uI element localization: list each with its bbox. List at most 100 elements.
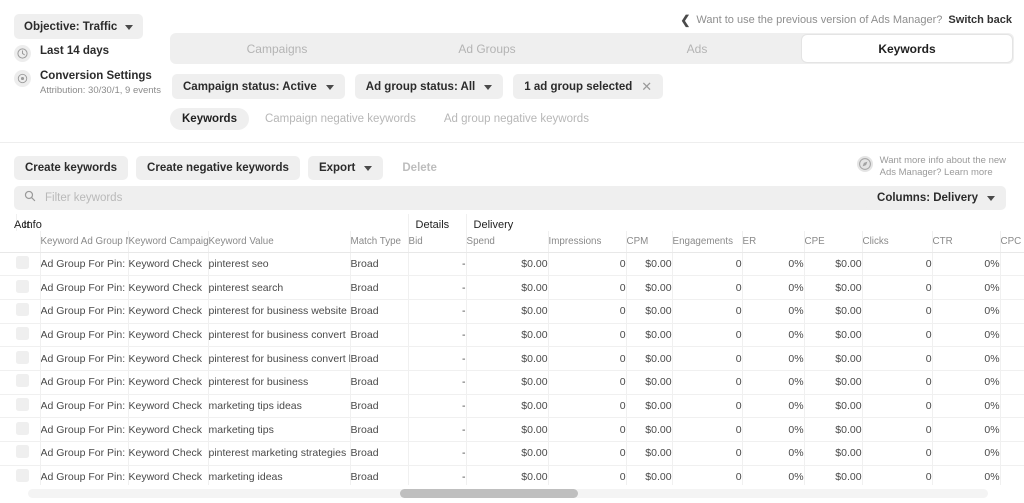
row-checkbox[interactable] <box>16 255 29 269</box>
cell-cpm: $0.00 <box>625 417 673 442</box>
subtab-campaign-negative-keywords[interactable]: Campaign negative keywords <box>253 108 428 130</box>
col-select-all[interactable] <box>16 231 40 253</box>
cell-ad-group: Ad Group For Pin: Pi <box>39 323 128 348</box>
cell-impressions: 0 <box>547 417 627 442</box>
col-cpc[interactable]: CPC <box>999 231 1024 253</box>
conversion-settings[interactable]: Conversion Settings Attribution: 30/30/1… <box>14 69 161 97</box>
chevron-down-icon <box>987 196 995 201</box>
table-row[interactable]: Ad Group For Pin: PiKeyword Checkpintere… <box>0 441 1024 466</box>
col-cpe[interactable]: CPE <box>803 231 863 253</box>
search-icon <box>24 189 36 207</box>
campaign-status-label: Campaign status: Active <box>183 80 317 93</box>
row-checkbox-cell[interactable] <box>16 275 40 300</box>
date-range-selector[interactable]: Last 14 days <box>14 44 109 62</box>
create-negative-keywords-button[interactable]: Create negative keywords <box>136 156 300 180</box>
col-impressions[interactable]: Impressions <box>547 231 627 253</box>
cell-spend: $0.00 <box>465 346 549 371</box>
cell-cpm: $0.00 <box>625 465 673 485</box>
row-checkbox-cell[interactable] <box>16 323 40 348</box>
row-checkbox-cell[interactable] <box>16 370 40 395</box>
row-spacer <box>0 441 16 466</box>
cell-er: 0% <box>741 441 805 466</box>
tab-keywords[interactable]: Keywords <box>802 35 1012 62</box>
row-checkbox[interactable] <box>16 279 29 293</box>
cell-clicks: 0 <box>861 323 933 348</box>
table-row[interactable]: Ad Group For Pin: PiKeyword Checkpintere… <box>0 252 1024 277</box>
col-match-type[interactable]: Match Type <box>349 231 409 253</box>
cell-keyword: pinterest seo <box>207 252 351 277</box>
col-campaign-name[interactable]: Keyword Campaign Nε <box>127 231 208 253</box>
horizontal-scrollbar[interactable] <box>0 485 1024 503</box>
col-clicks[interactable]: Clicks <box>861 231 933 253</box>
switch-back-link[interactable]: Switch back <box>948 14 1012 26</box>
cell-engagements: 0 <box>671 346 743 371</box>
tab-campaigns[interactable]: Campaigns <box>172 35 382 62</box>
subtab-ad-group-negative-keywords[interactable]: Ad group negative keywords <box>432 108 601 130</box>
row-checkbox[interactable] <box>16 469 29 483</box>
cell-match-type: Broad <box>349 252 409 277</box>
cell-cpe: $0.00 <box>803 441 863 466</box>
create-keywords-button[interactable]: Create keywords <box>14 156 129 180</box>
tab-ads[interactable]: Ads <box>592 35 802 62</box>
cell-ctr: 0% <box>931 299 1001 324</box>
row-checkbox[interactable] <box>16 374 29 388</box>
row-checkbox[interactable] <box>16 445 29 459</box>
cell-campaign: Keyword Check <box>127 417 208 442</box>
scrollbar-thumb[interactable] <box>400 489 578 498</box>
row-checkbox-cell[interactable] <box>16 441 40 466</box>
col-cpm[interactable]: CPM <box>625 231 673 253</box>
filter-keywords-search[interactable] <box>14 186 880 210</box>
cell-er: 0% <box>741 299 805 324</box>
ad-group-status-filter[interactable]: Ad group status: All <box>354 74 504 99</box>
cell-bid: - <box>407 252 467 277</box>
row-spacer <box>0 394 16 419</box>
date-range-label: Last 14 days <box>40 45 110 57</box>
export-button[interactable]: Export <box>307 156 384 180</box>
row-checkbox[interactable] <box>16 421 29 435</box>
cell-campaign: Keyword Check <box>127 275 208 300</box>
cell-cpe: $0.00 <box>803 252 863 277</box>
campaign-status-filter[interactable]: Campaign status: Active <box>172 74 345 99</box>
col-spend[interactable]: Spend <box>465 231 549 253</box>
col-engagements[interactable]: Engagements <box>671 231 743 253</box>
tab-ad-groups[interactable]: Ad Groups <box>382 35 592 62</box>
cell-cpe: $0.00 <box>803 417 863 442</box>
row-checkbox-cell[interactable] <box>16 394 40 419</box>
table-row[interactable]: Ad Group For Pin: PiKeyword Checkmarketi… <box>0 465 1024 485</box>
cell-cpc <box>999 252 1024 277</box>
table-row[interactable]: Ad Group For Pin: PiKeyword Checkpintere… <box>0 370 1024 395</box>
row-checkbox[interactable] <box>16 326 29 340</box>
table-row[interactable]: Ad Group For Pin: PiKeyword Checkmarketi… <box>0 394 1024 419</box>
columns-dropdown[interactable]: Columns: Delivery <box>866 186 1006 210</box>
cell-ctr: 0% <box>931 252 1001 277</box>
cell-bid: - <box>407 299 467 324</box>
col-bid[interactable]: Bid <box>407 231 467 253</box>
search-input[interactable] <box>45 192 870 204</box>
table-row[interactable]: Ad Group For Pin: PiKeyword Checkpintere… <box>0 346 1024 371</box>
row-checkbox-cell[interactable] <box>16 417 40 442</box>
table-row[interactable]: Ad Group For Pin: PiKeyword Checkpintere… <box>0 275 1024 300</box>
row-checkbox-cell[interactable] <box>16 465 40 485</box>
subtab-keywords[interactable]: Keywords <box>170 108 249 130</box>
objective-dropdown[interactable]: Objective: Traffic <box>14 14 144 39</box>
col-ad-group-name[interactable]: Keyword Ad Group Na <box>39 231 128 253</box>
row-checkbox[interactable] <box>16 303 29 317</box>
col-keyword-value[interactable]: Keyword Value <box>207 231 351 253</box>
info-note-line2[interactable]: Ads Manager? Learn more <box>880 167 1006 179</box>
cell-clicks: 0 <box>861 275 933 300</box>
row-checkbox-cell[interactable] <box>16 346 40 371</box>
export-label: Export <box>318 162 356 174</box>
table-row[interactable]: Ad Group For Pin: PiKeyword Checkpintere… <box>0 299 1024 324</box>
table-row[interactable]: Ad Group For Pin: PiKeyword Checkmarketi… <box>0 417 1024 442</box>
cell-campaign: Keyword Check <box>127 299 208 324</box>
cell-match-type: Broad <box>349 346 409 371</box>
col-ctr[interactable]: CTR <box>931 231 1001 253</box>
row-checkbox[interactable] <box>16 350 29 364</box>
row-checkbox[interactable] <box>16 397 29 411</box>
col-er[interactable]: ER <box>741 231 805 253</box>
close-icon[interactable]: ✕ <box>641 80 652 93</box>
row-checkbox-cell[interactable] <box>16 252 40 277</box>
ad-group-selection-chip[interactable]: 1 ad group selected ✕ <box>513 74 664 99</box>
table-row[interactable]: Ad Group For Pin: PiKeyword Checkpintere… <box>0 323 1024 348</box>
row-checkbox-cell[interactable] <box>16 299 40 324</box>
